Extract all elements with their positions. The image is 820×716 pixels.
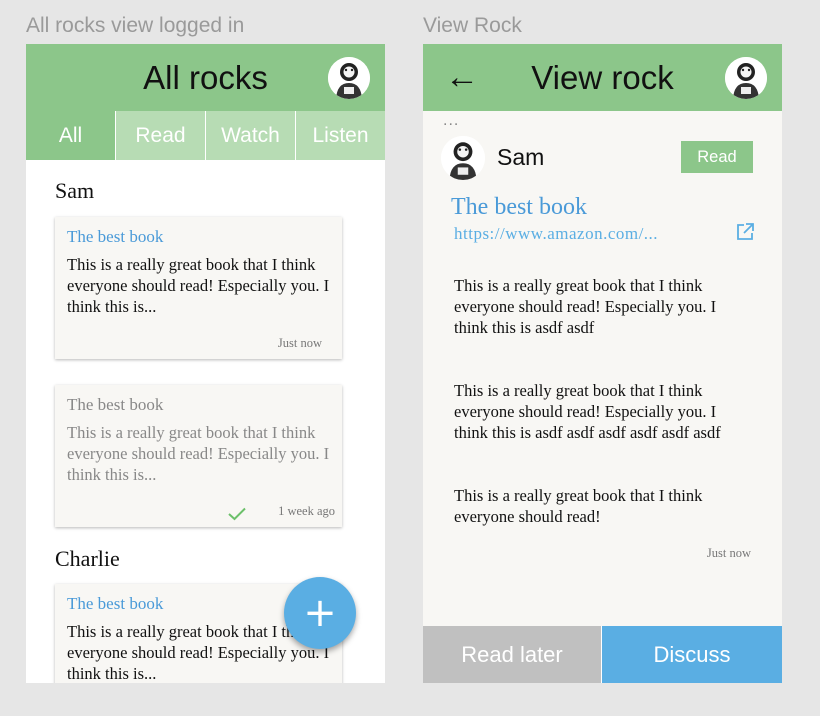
astronaut-avatar-icon[interactable] [441, 136, 485, 180]
group-header-sam: Sam [55, 178, 95, 203]
action-bar: Read later Discuss [423, 626, 782, 683]
poster-name[interactable]: Sam [497, 144, 544, 171]
rock-title: The best book [451, 194, 587, 220]
rock-description-paragraph: This is a really great book that I think… [454, 381, 721, 442]
discuss-button[interactable]: Discuss [602, 626, 782, 683]
filter-tabs: All Read Watch Listen [26, 111, 385, 160]
tab-watch[interactable]: Watch [205, 111, 295, 160]
rock-description-paragraph: This is a really great book that I think… [454, 276, 717, 337]
all-rocks-screen: All rocks All Read Watch Listen Sam The … [26, 44, 385, 683]
rock-card-title[interactable]: The best book [67, 395, 330, 415]
rock-card-time: Just now [277, 336, 322, 350]
rock-card-body: This is a really great book that I think… [67, 255, 330, 316]
rock-card-time: 1 week ago [278, 504, 335, 518]
tab-listen[interactable]: Listen [295, 111, 385, 160]
rock-url-link[interactable]: https://www.amazon.com/... [454, 224, 658, 244]
arrow-left-icon[interactable]: ← [445, 60, 479, 94]
view-rock-screen: ← View rock ... Sam Read The best book h… [423, 44, 782, 683]
app-bar: ← View rock [423, 44, 782, 111]
more-options-icon[interactable]: ... [443, 112, 459, 130]
rock-time: Just now [706, 546, 751, 560]
check-icon [228, 507, 246, 521]
rock-card-read[interactable]: The best book This is a really great boo… [55, 385, 342, 527]
group-header-charlie: Charlie [55, 546, 120, 571]
tab-read[interactable]: Read [115, 111, 205, 160]
astronaut-avatar-icon[interactable] [725, 57, 767, 99]
frame-label-view-rock: View Rock [423, 14, 522, 37]
frame-label-all-rocks: All rocks view logged in [26, 14, 245, 37]
type-badge: Read [681, 141, 753, 173]
rock-card[interactable]: The best book This is a really great boo… [55, 217, 342, 359]
app-bar: All rocks [26, 44, 385, 111]
rock-card-body: This is a really great book that I think… [67, 423, 330, 484]
astronaut-avatar-icon[interactable] [328, 57, 370, 99]
tab-all[interactable]: All [26, 111, 115, 160]
page-title: All rocks [143, 58, 268, 96]
rock-description-paragraph: This is a really great book that I think… [454, 486, 703, 526]
rock-card-title[interactable]: The best book [67, 227, 330, 247]
page-title: View rock [531, 58, 674, 96]
external-link-icon[interactable] [735, 222, 755, 242]
read-later-button[interactable]: Read later [423, 626, 602, 683]
add-rock-button[interactable]: + [284, 577, 356, 649]
